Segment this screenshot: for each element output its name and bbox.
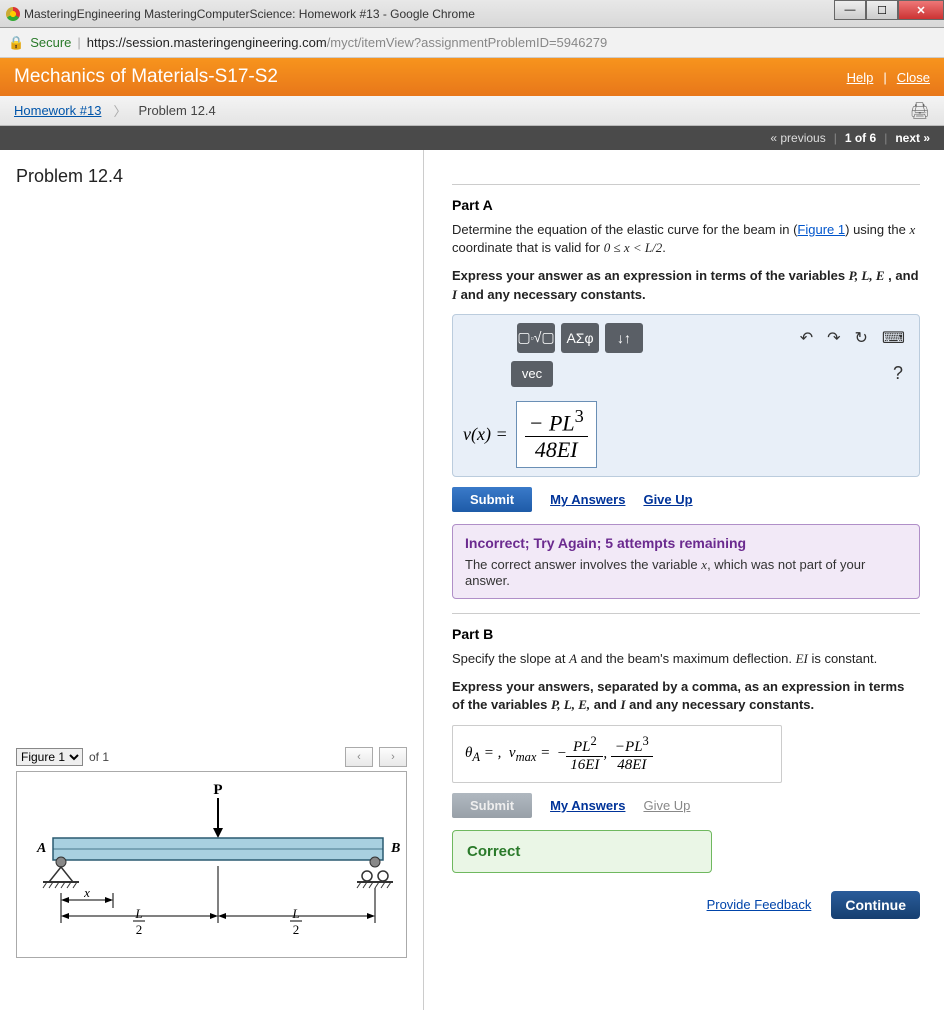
part-b-prompt: Specify the slope at A and the beam's ma… [452,650,920,668]
continue-button[interactable]: Continue [831,891,920,919]
part-a-instruction: Express your answer as an expression in … [452,267,920,303]
browser-url-bar: 🔒 Secure | https://session.masteringengi… [0,28,944,58]
undo-icon[interactable]: ↶ [796,328,817,348]
vec-button[interactable]: vec [511,361,553,387]
keyboard-icon[interactable]: ⌨ [878,328,909,348]
figure-link[interactable]: Figure 1 [797,222,845,237]
figure-prev-button[interactable]: ‹ [345,747,373,767]
subscript-button[interactable]: ↓↑ [605,323,643,353]
window-titlebar: MasteringEngineering MasteringComputerSc… [0,0,944,28]
part-b-give-up-link: Give Up [643,798,690,813]
part-a-submit-button[interactable]: Submit [452,487,532,512]
figure-panel: P A B [16,771,407,958]
svg-text:A: A [36,841,46,856]
part-b-submit-button: Submit [452,793,532,818]
lock-icon: 🔒 [8,35,24,51]
part-b-my-answers-link[interactable]: My Answers [550,798,625,813]
svg-text:2: 2 [136,922,143,937]
secure-label: Secure [30,35,71,50]
part-a-answer-input[interactable]: − PL3 48EI [516,401,597,468]
part-b-heading: Part B [452,626,920,642]
help-link[interactable]: Help [847,70,874,85]
figure-select[interactable]: Figure 1 [16,748,83,766]
help-icon[interactable]: ? [893,363,909,384]
window-close-button[interactable]: ✕ [898,0,944,20]
figure-count: of 1 [89,750,109,764]
part-b-answer-box: θA = , vmax = −PL216EI, −PL348EI [452,725,782,783]
redo-icon[interactable]: ↷ [823,328,844,348]
course-header: Mechanics of Materials-S17-S2 Help | Clo… [0,58,944,96]
part-a-heading: Part A [452,197,920,213]
problem-nav: « previous | 1 of 6 | next » [0,126,944,150]
print-icon[interactable]: 🖨 [910,101,930,121]
close-link[interactable]: Close [897,70,930,85]
problem-title: Problem 12.4 [16,166,407,187]
figure-next-button[interactable]: › [379,747,407,767]
svg-text:B: B [390,841,400,856]
svg-text:L: L [291,906,299,921]
svg-text:P: P [213,782,222,798]
template-button[interactable]: ▢▫√▢ [517,323,555,353]
part-b-feedback: Correct [452,830,712,873]
part-a-prompt: Determine the equation of the elastic cu… [452,221,920,257]
greek-button[interactable]: ΑΣφ [561,323,599,353]
breadcrumb-homework[interactable]: Homework #13 [14,103,101,118]
nav-previous[interactable]: « previous [770,131,825,145]
part-a-my-answers-link[interactable]: My Answers [550,492,625,507]
url-domain: https://session.masteringengineering.com [87,35,327,50]
beam-diagram: P A B [23,778,413,948]
svg-text:2: 2 [293,922,300,937]
breadcrumb-problem: Problem 12.4 [138,103,215,118]
svg-text:L: L [134,906,142,921]
app-icon [6,7,20,21]
nav-next[interactable]: next » [895,131,930,145]
part-b-instruction: Express your answers, separated by a com… [452,678,920,714]
nav-position: 1 of 6 [845,131,876,145]
svg-text:x: x [83,885,90,900]
reset-icon[interactable]: ↻ [851,328,872,348]
feedback-title: Incorrect; Try Again; 5 attempts remaini… [465,535,907,551]
window-title: MasteringEngineering MasteringComputerSc… [24,7,475,21]
answer-prefix: v(x) = [463,424,508,445]
part-a-answer-box: ▢▫√▢ ΑΣφ ↓↑ ↶ ↷ ↻ ⌨ vec ? v(x) = − PL3 [452,314,920,477]
window-maximize-button[interactable]: ☐ [866,0,898,20]
provide-feedback-link[interactable]: Provide Feedback [707,897,812,912]
course-title: Mechanics of Materials-S17-S2 [14,66,278,88]
window-minimize-button[interactable]: — [834,0,866,20]
part-a-give-up-link[interactable]: Give Up [643,492,692,507]
breadcrumb-bar: Homework #13 〉 Problem 12.4 🖨 [0,96,944,126]
url-path: /myct/itemView?assignmentProblemID=59462… [327,35,607,50]
part-a-feedback: Incorrect; Try Again; 5 attempts remaini… [452,524,920,599]
